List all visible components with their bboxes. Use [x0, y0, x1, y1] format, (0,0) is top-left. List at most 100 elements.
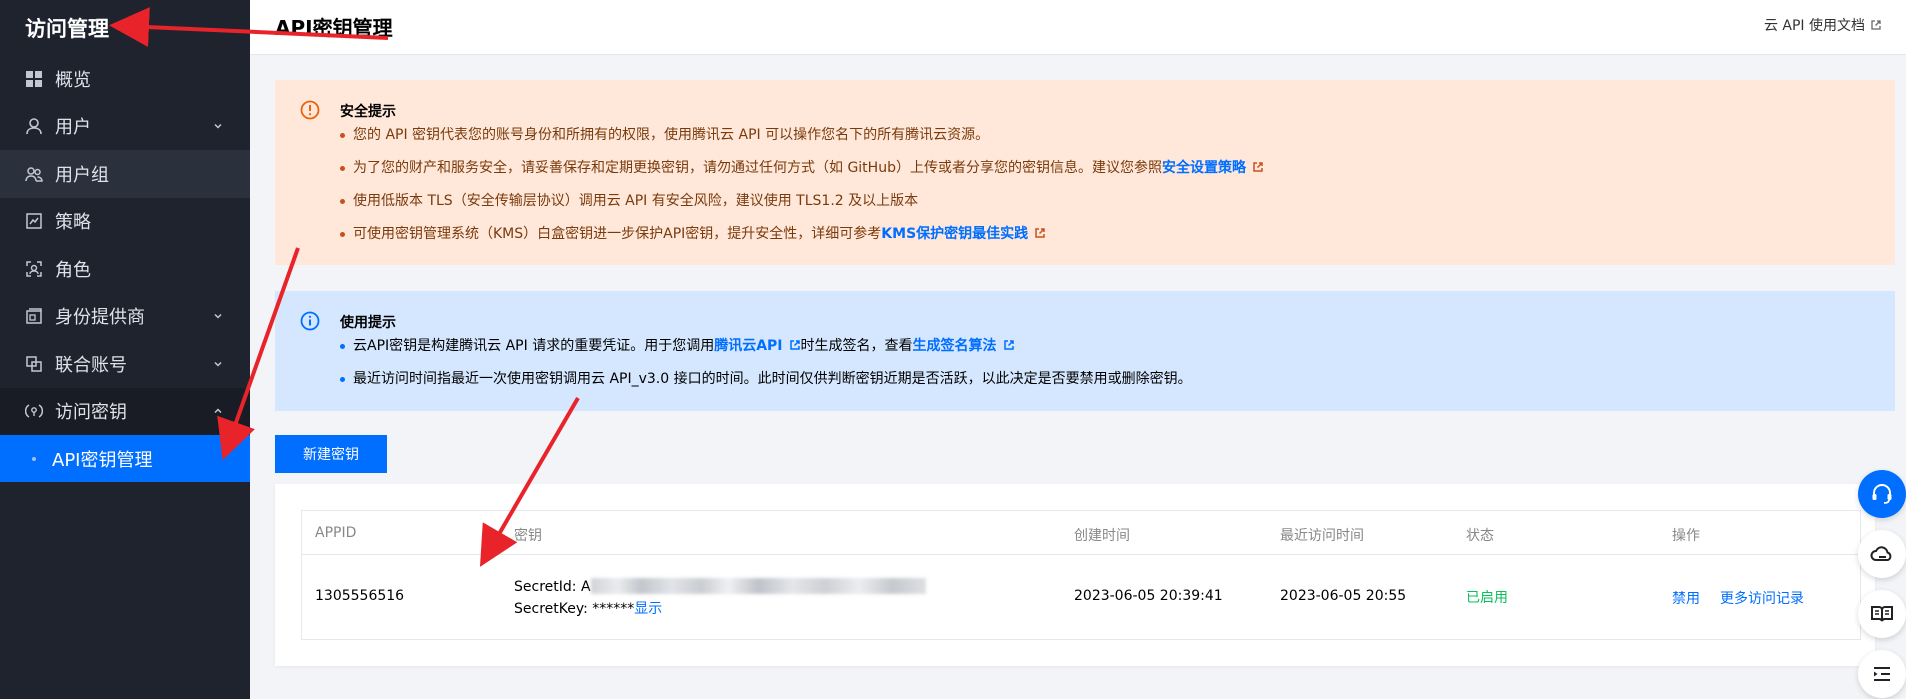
external-link-icon	[1871, 20, 1881, 30]
external-link-icon	[1253, 162, 1263, 172]
sidebar-subitem-label: API密钥管理	[52, 449, 153, 471]
sidebar-item-label: 概览	[55, 69, 91, 91]
customer-service-button[interactable]	[1858, 470, 1906, 518]
column-header-created: 创建时间	[1074, 528, 1130, 544]
sidebar: 访问管理 概览 用户 用户组 策略 角色 身份提供商 联合账号 访问密钥 API…	[0, 0, 250, 699]
sidebar-item-federated-accounts[interactable]: 联合账号	[0, 340, 250, 388]
table-row: 1305556516 SecretId: A SecretKey: ******…	[302, 555, 1860, 639]
secret-id-line: SecretId: A	[514, 576, 926, 598]
book-icon	[1871, 606, 1893, 622]
menu-toggle-button[interactable]	[1858, 650, 1906, 698]
security-alert-list: 您的 API 密钥代表您的账号身份和所拥有的权限，使用腾讯云 API 可以操作您…	[340, 125, 1264, 257]
list-item: 最近访问时间指最近一次使用密钥调用云 API_v3.0 接口的时间。此时间仅供判…	[340, 369, 1192, 402]
sidebar-item-access-keys[interactable]: 访问密钥	[0, 387, 250, 435]
list-item: 您的 API 密钥代表您的账号身份和所拥有的权限，使用腾讯云 API 可以操作您…	[340, 125, 1264, 158]
chevron-down-icon	[214, 361, 222, 367]
tencent-cloud-api-link[interactable]: 腾讯云API	[714, 338, 782, 354]
secret-id-prefix: A	[580, 579, 591, 595]
external-link-icon	[1003, 340, 1014, 350]
kms-best-practice-link[interactable]: KMS保护密钥最佳实践	[881, 226, 1028, 242]
info-icon	[300, 311, 320, 331]
security-alert-title: 安全提示	[340, 104, 396, 120]
policy-icon	[25, 212, 43, 230]
external-link-icon	[1035, 228, 1045, 238]
list-item-text: 时生成签名，查看	[800, 338, 913, 354]
list-item-text: 您的 API 密钥代表您的账号身份和所拥有的权限，使用腾讯云 API 可以操作您…	[353, 127, 990, 143]
sidebar-item-label: 用户	[55, 117, 91, 139]
api-docs-link-label: 云 API 使用文档	[1763, 18, 1865, 34]
chevron-down-icon	[214, 124, 222, 129]
floating-toolbar	[1858, 470, 1906, 699]
usage-alert: 使用提示 云API密钥是构建腾讯云 API 请求的重要凭证。用于您调用腾讯云AP…	[275, 291, 1895, 411]
sidebar-item-label: 用户组	[55, 164, 109, 186]
usage-alert-list: 云API密钥是构建腾讯云 API 请求的重要凭证。用于您调用腾讯云API 时生成签…	[340, 336, 1192, 402]
key-table: APPID 密钥 创建时间 最近访问时间 状态 操作 1305556516 Se…	[301, 510, 1861, 640]
security-alert: 安全提示 您的 API 密钥代表您的账号身份和所拥有的权限，使用腾讯云 API …	[275, 80, 1895, 265]
list-item-text: 使用低版本 TLS（安全传输层协议）调用云 API 有安全风险，建议使用 TLS…	[353, 193, 919, 209]
sidebar-item-roles[interactable]: 角色	[0, 245, 250, 293]
column-header-key: 密钥	[514, 528, 542, 544]
list-item: 可使用密钥管理系统（KMS）白盒密钥进一步保护API密钥，提升安全性，详细可参考…	[340, 224, 1264, 257]
sidebar-title: 访问管理	[25, 16, 109, 41]
sidebar-item-identity-providers[interactable]: 身份提供商	[0, 293, 250, 341]
grid-icon	[25, 70, 43, 88]
list-item-text: 为了您的财产和服务安全，请妥善保存和定期更换密钥，请勿通过任何方式（如 GitH…	[353, 160, 1162, 176]
disable-key-link[interactable]: 禁用	[1672, 588, 1700, 608]
role-icon	[25, 260, 43, 278]
table-header: APPID 密钥 创建时间 最近访问时间 状态 操作	[302, 511, 1860, 555]
appid-cell: 1305556516	[315, 588, 405, 604]
sidebar-item-label: 身份提供商	[55, 307, 145, 329]
column-header-actions: 操作	[1672, 528, 1700, 544]
sidebar-item-policies[interactable]: 策略	[0, 198, 250, 246]
security-policy-link[interactable]: 安全设置策略	[1162, 160, 1246, 176]
secret-key-mask: ******	[592, 601, 635, 617]
cloud-icon	[1870, 546, 1892, 561]
sidebar-item-label: 访问密钥	[55, 402, 127, 424]
column-header-last-access: 最近访问时间	[1280, 528, 1364, 544]
documentation-button[interactable]	[1858, 590, 1906, 638]
sidebar-item-label: 联合账号	[55, 354, 127, 376]
page-header: API密钥管理 云 API 使用文档	[250, 0, 1906, 55]
chevron-up-icon	[214, 408, 222, 414]
key-table-panel: APPID 密钥 创建时间 最近访问时间 状态 操作 1305556516 Se…	[275, 484, 1875, 666]
secret-id-redacted	[590, 578, 926, 594]
warning-icon	[300, 100, 320, 120]
secret-key-label: SecretKey:	[514, 601, 593, 617]
sidebar-item-overview[interactable]: 概览	[0, 55, 250, 103]
list-item: 云API密钥是构建腾讯云 API 请求的重要凭证。用于您调用腾讯云API 时生成签…	[340, 336, 1192, 369]
usage-alert-title: 使用提示	[340, 315, 396, 331]
list-item-text: 可使用密钥管理系统（KMS）白盒密钥进一步保护API密钥，提升安全性，详细可参考	[353, 226, 882, 242]
show-secret-link[interactable]: 显示	[634, 601, 662, 617]
column-header-appid: APPID	[315, 525, 357, 541]
sidebar-subitem-api-key-management[interactable]: API密钥管理	[0, 435, 250, 482]
user-group-icon	[25, 165, 43, 183]
signature-algorithm-link[interactable]: 生成签名算法	[913, 338, 997, 354]
secret-id-label: SecretId:	[514, 579, 581, 595]
sidebar-item-users[interactable]: 用户	[0, 103, 250, 151]
key-cell: SecretId: A SecretKey: ******显示	[514, 576, 926, 620]
key-icon	[25, 402, 43, 420]
list-item-text: 最近访问时间指最近一次使用密钥调用云 API_v3.0 接口的时间。此时间仅供判…	[353, 371, 1192, 387]
more-access-records-link[interactable]: 更多访问记录	[1720, 588, 1804, 608]
list-item: 使用低版本 TLS（安全传输层协议）调用云 API 有安全风险，建议使用 TLS…	[340, 191, 1264, 224]
external-link-icon	[789, 340, 800, 350]
created-time-cell: 2023-06-05 20:39:41	[1074, 588, 1223, 604]
list-item: 为了您的财产和服务安全，请妥善保存和定期更换密钥，请勿通过任何方式（如 GitH…	[340, 158, 1264, 191]
secret-key-line: SecretKey: ******显示	[514, 598, 926, 620]
headset-icon	[1872, 484, 1892, 504]
list-item-text: 云API密钥是构建腾讯云 API 请求的重要凭证。用于您调用	[353, 338, 715, 354]
last-access-cell: 2023-06-05 20:55	[1280, 588, 1407, 604]
sidebar-item-label: 策略	[55, 212, 91, 234]
chevron-down-icon	[214, 314, 222, 319]
list-indent-icon	[1874, 667, 1890, 681]
status-badge: 已启用	[1466, 590, 1508, 606]
new-key-button[interactable]: 新建密钥	[275, 435, 387, 473]
user-icon	[25, 117, 43, 135]
identity-provider-icon	[25, 307, 43, 325]
sidebar-item-label: 角色	[55, 259, 91, 281]
sidebar-item-user-groups[interactable]: 用户组	[0, 150, 250, 198]
page-title: API密钥管理	[275, 16, 393, 40]
api-docs-link[interactable]: 云 API 使用文档	[1764, 15, 1882, 35]
column-header-status: 状态	[1466, 528, 1494, 544]
cloud-tool-button[interactable]	[1858, 530, 1906, 578]
